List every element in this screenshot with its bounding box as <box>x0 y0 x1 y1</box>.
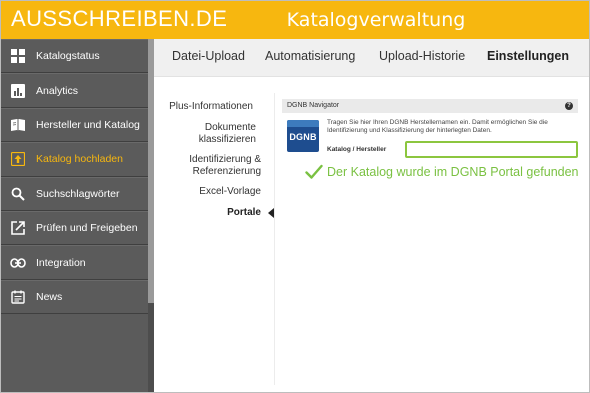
tab-upload-historie[interactable]: Upload-Historie <box>379 49 465 63</box>
sidebar-scrollbar[interactable] <box>148 39 154 303</box>
check-icon <box>305 164 323 179</box>
panel-title: DGNB Navigator <box>287 102 340 109</box>
sidebar-item-suchschlagwoerter[interactable]: Suchschlagwörter <box>1 176 148 211</box>
sidebar-item-label: Katalog hochladen <box>36 153 123 166</box>
tab-bar: Datei-Upload Automatisierung Upload-Hist… <box>154 39 589 77</box>
panel-intro-text: Tragen Sie hier Ihren DGNB Herstellernam… <box>327 119 548 134</box>
subnav-divider <box>274 93 275 385</box>
sidebar-nav: Katalogstatus Analytics Hersteller und K… <box>1 39 148 315</box>
book-icon <box>10 117 26 133</box>
tab-datei-upload[interactable]: Datei-Upload <box>172 49 245 63</box>
sidebar-item-news[interactable]: News <box>1 279 148 315</box>
sidebar-scroll-track <box>148 303 154 392</box>
sidebar-item-label: Prüfen und Freigeben <box>36 222 138 235</box>
sidebar-item-hersteller-und-katalog[interactable]: Hersteller und Katalog <box>1 107 148 143</box>
news-icon <box>10 289 26 305</box>
chart-icon <box>10 83 26 99</box>
subnav-portale[interactable]: Portale <box>161 207 261 219</box>
subnav-excel-vorlage[interactable]: Excel-Vorlage <box>161 186 261 198</box>
page-title: Katalogverwaltung <box>286 9 466 31</box>
sidebar-item-label: Katalogstatus <box>36 50 100 63</box>
tab-einstellungen[interactable]: Einstellungen <box>487 49 569 63</box>
sidebar-item-pruefen-und-freigeben[interactable]: Prüfen und Freigeben <box>1 210 148 246</box>
panel-header: DGNB Navigator ? <box>282 99 578 113</box>
dgnb-logo-text: DGNB <box>289 132 317 142</box>
grid-icon <box>10 48 26 64</box>
sidebar-item-label: News <box>36 290 63 303</box>
sidebar-item-katalogstatus[interactable]: Katalogstatus <box>1 39 148 74</box>
external-link-icon <box>10 220 26 236</box>
tab-automatisierung[interactable]: Automatisierung <box>265 49 355 63</box>
logo[interactable]: AUSSCHREIBEN.DE <box>11 7 227 31</box>
sidebar-item-label: Suchschlagwörter <box>36 187 120 200</box>
search-icon <box>10 186 26 202</box>
sidebar: Katalogstatus Analytics Hersteller und K… <box>1 39 154 392</box>
success-text: Der Katalog wurde im DGNB Portal gefunde… <box>327 165 579 179</box>
sidebar-item-katalog-hochladen[interactable]: Katalog hochladen <box>1 142 148 177</box>
subnav-identifizierung-referenzierung[interactable]: Identifizierung & Referenzierung <box>161 154 261 178</box>
dgnb-logo-bar <box>287 120 319 127</box>
katalog-hersteller-input[interactable] <box>405 141 578 158</box>
header: AUSSCHREIBEN.DE Katalogverwaltung <box>1 1 589 39</box>
subnav-plus-informationen[interactable]: Plus-Informationen <box>141 101 253 113</box>
subnav-dokumente-klassifizieren[interactable]: Dokumente klassifizieren <box>170 122 256 146</box>
upload-icon <box>10 151 26 167</box>
sidebar-item-label: Hersteller und Katalog <box>36 118 140 131</box>
sidebar-item-analytics[interactable]: Analytics <box>1 73 148 108</box>
link-icon <box>10 255 26 271</box>
sidebar-item-label: Integration <box>36 256 86 269</box>
success-message: Der Katalog wurde im DGNB Portal gefunde… <box>305 164 579 180</box>
sidebar-item-label: Analytics <box>36 84 79 97</box>
katalog-hersteller-label: Katalog / Hersteller <box>327 146 387 153</box>
dgnb-logo: DGNB <box>287 120 319 152</box>
help-icon[interactable]: ? <box>565 102 573 110</box>
logo-name: AUSSCHREIBEN <box>11 6 190 31</box>
sidebar-item-integration[interactable]: Integration <box>1 245 148 280</box>
app-window: AUSSCHREIBEN.DE Katalogverwaltung Katalo… <box>0 0 590 393</box>
